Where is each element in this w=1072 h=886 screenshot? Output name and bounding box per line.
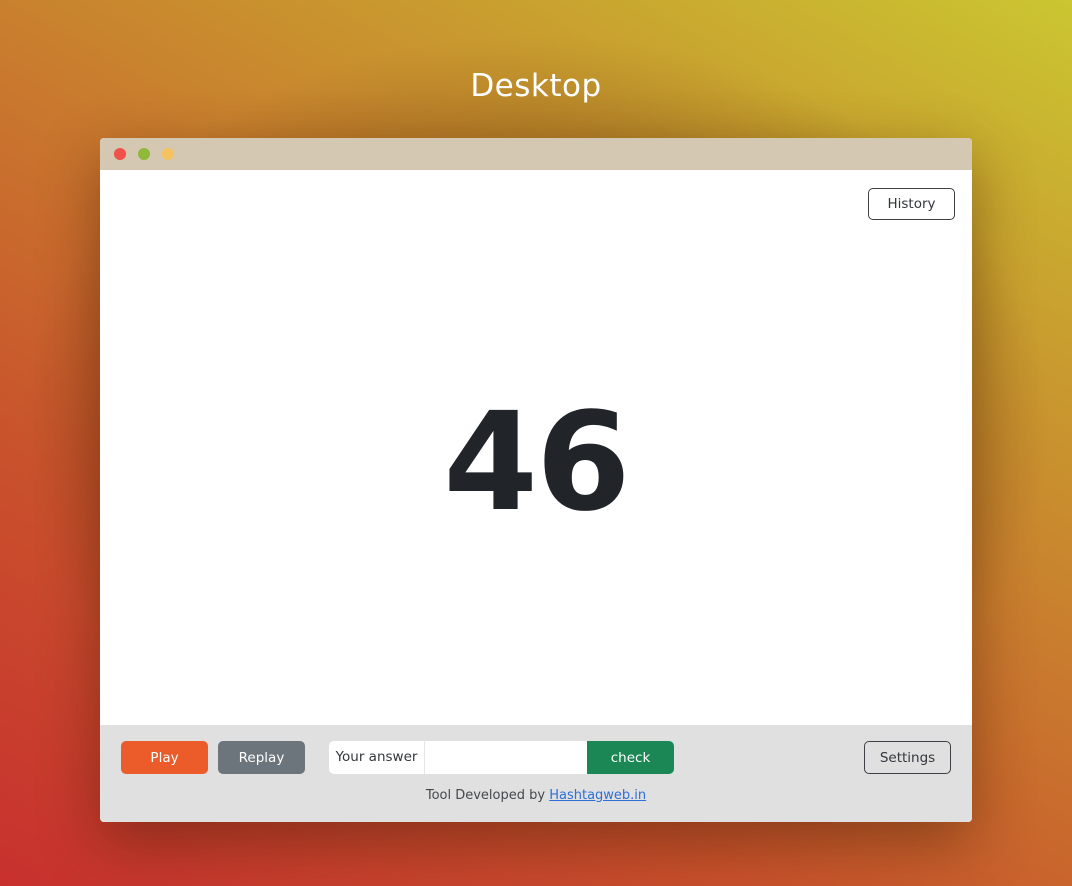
number-display-area: History 46 — [100, 170, 972, 725]
check-button[interactable]: check — [587, 741, 674, 774]
page-heading: Desktop — [470, 68, 602, 104]
credit-prefix: Tool Developed by — [425, 788, 550, 803]
maximize-window-icon[interactable] — [162, 148, 174, 160]
credit-link[interactable]: Hashtagweb.in — [549, 788, 646, 803]
replay-button[interactable]: Replay — [218, 741, 305, 774]
answer-input[interactable] — [425, 741, 587, 774]
history-button[interactable]: History — [868, 188, 955, 220]
credit-line: Tool Developed by Hashtagweb.in — [100, 788, 972, 803]
answer-label: Your answer — [329, 741, 425, 774]
control-bar: Play Replay Your answer check Settings T… — [100, 725, 972, 822]
window-titlebar — [100, 138, 972, 170]
app-window: History 46 Play Replay Your answer check… — [100, 138, 972, 822]
displayed-number: 46 — [443, 384, 630, 542]
play-button[interactable]: Play — [121, 741, 208, 774]
answer-input-group: Your answer check — [329, 741, 674, 774]
settings-button[interactable]: Settings — [864, 741, 951, 774]
close-window-icon[interactable] — [114, 148, 126, 160]
minimize-window-icon[interactable] — [138, 148, 150, 160]
